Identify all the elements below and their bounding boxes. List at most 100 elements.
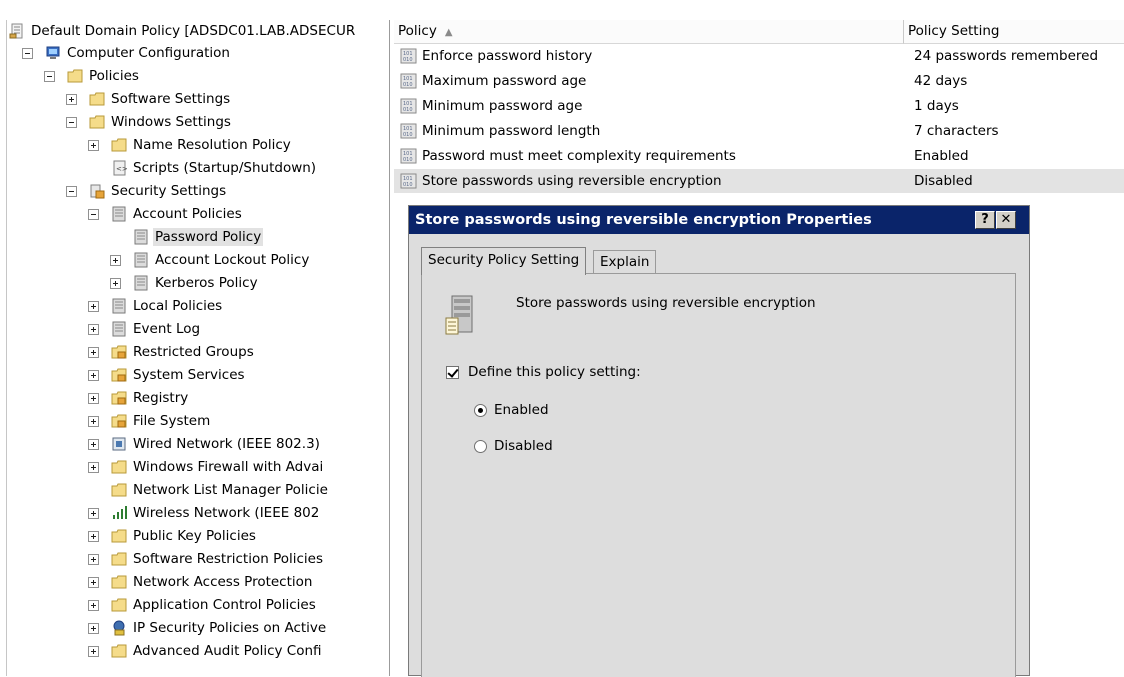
define-policy-checkbox[interactable]: [446, 366, 459, 379]
expand-icon[interactable]: [88, 462, 99, 473]
tree-item[interactable]: Local Policies: [7, 295, 389, 317]
tree-item[interactable]: Event Log: [7, 318, 389, 340]
tree-item[interactable]: Wired Network (IEEE 802.3): [7, 433, 389, 455]
tree-item[interactable]: System Services: [7, 364, 389, 386]
table-row[interactable]: 101 010 Enforce password history 24 passwor…: [394, 44, 1124, 68]
tree-root[interactable]: Default Domain Policy [ADSDC01.LAB.ADSEC…: [7, 20, 389, 42]
tree-item[interactable]: Registry: [7, 387, 389, 409]
tree-item[interactable]: Security Settings: [7, 180, 389, 202]
console-tree[interactable]: Default Domain Policy [ADSDC01.LAB.ADSEC…: [6, 20, 390, 676]
folder-icon: [111, 459, 128, 475]
expand-icon[interactable]: [88, 347, 99, 358]
collapse-icon[interactable]: [44, 71, 55, 82]
close-button[interactable]: ✕: [996, 211, 1016, 229]
tree-item[interactable]: Windows Settings: [7, 111, 389, 133]
tab-security-policy-setting[interactable]: Security Policy Setting: [421, 247, 587, 275]
table-row[interactable]: 101 010 Minimum password length 7 character…: [394, 119, 1124, 143]
table-row[interactable]: 101 010 Store passwords using reversible e…: [394, 169, 1124, 193]
list-column-header: Policy ▲ Policy Setting: [394, 20, 1124, 44]
security-folder-icon: [111, 390, 128, 406]
table-row[interactable]: 101 010 Minimum password age 1 days: [394, 94, 1124, 118]
dialog-title: Store passwords using reversible encrypt…: [415, 212, 872, 228]
collapse-icon[interactable]: [88, 209, 99, 220]
enabled-radio[interactable]: [474, 404, 487, 417]
properties-dialog: Store passwords using reversible encrypt…: [408, 205, 1030, 677]
dialog-title-bar[interactable]: Store passwords using reversible encrypt…: [409, 206, 1029, 234]
tree-item[interactable]: Advanced Audit Policy Confi: [7, 640, 389, 662]
expand-icon[interactable]: [88, 140, 99, 151]
tree-item[interactable]: Network List Manager Policie: [7, 479, 389, 501]
column-header-policy[interactable]: Policy ▲: [394, 20, 904, 44]
tree-item[interactable]: File System: [7, 410, 389, 432]
policy-setting-icon: 101 010: [400, 73, 418, 89]
tree-item-label: IP Security Policies on Active: [133, 620, 327, 636]
expand-icon[interactable]: [110, 278, 121, 289]
expand-icon[interactable]: [66, 94, 77, 105]
policy-setting-icon: 101 010: [400, 148, 418, 164]
svg-text:010: 010: [403, 157, 413, 163]
folder-icon: [89, 114, 106, 130]
tree-item-label: Wired Network (IEEE 802.3): [133, 436, 320, 452]
collapse-icon[interactable]: [66, 186, 77, 197]
expand-icon[interactable]: [88, 416, 99, 427]
tree-item[interactable]: Software Settings: [7, 88, 389, 110]
column-header-setting[interactable]: Policy Setting: [904, 20, 1124, 44]
policy-icon: [111, 298, 128, 314]
tree-item[interactable]: <> Scripts (Startup/Shutdown): [7, 157, 389, 179]
tree-item-label: Restricted Groups: [133, 344, 254, 360]
policy-icon: [111, 321, 128, 337]
tree-item-label: Application Control Policies: [133, 597, 316, 613]
expand-icon[interactable]: [88, 324, 99, 335]
tree-item[interactable]: Software Restriction Policies: [7, 548, 389, 570]
folder-icon: [67, 68, 84, 84]
expand-icon[interactable]: [88, 646, 99, 657]
tree-item[interactable]: Kerberos Policy: [7, 272, 389, 294]
expand-icon[interactable]: [88, 508, 99, 519]
tree-item-label: Software Settings: [111, 91, 231, 107]
network-icon: [111, 436, 128, 452]
expand-icon[interactable]: [88, 531, 99, 542]
tree-item-label: Windows Settings: [111, 114, 231, 130]
tree-item[interactable]: Public Key Policies: [7, 525, 389, 547]
tab-explain-label: Explain: [600, 254, 650, 270]
tree-item-label: Name Resolution Policy: [133, 137, 291, 153]
tree-item[interactable]: Windows Firewall with Advai: [7, 456, 389, 478]
tree-item[interactable]: Account Policies: [7, 203, 389, 225]
collapse-icon[interactable]: [66, 117, 77, 128]
disabled-radio[interactable]: [474, 440, 487, 453]
table-row[interactable]: 101 010 Maximum password age 42 days: [394, 69, 1124, 93]
expand-icon[interactable]: [88, 623, 99, 634]
tree-root-label: Default Domain Policy [ADSDC01.LAB.ADSEC…: [31, 23, 356, 39]
expand-icon[interactable]: [88, 439, 99, 450]
folder-icon: [111, 482, 128, 498]
tree-item[interactable]: Restricted Groups: [7, 341, 389, 363]
svg-text:010: 010: [403, 107, 413, 113]
tree-item[interactable]: Password Policy: [7, 226, 389, 248]
script-icon: <>: [111, 160, 128, 176]
column-header-policy-label: Policy: [398, 23, 437, 39]
tree-item[interactable]: Computer Configuration: [7, 42, 389, 64]
tree-item-label: Network Access Protection: [133, 574, 313, 590]
policy-name-cell: Maximum password age: [422, 73, 587, 89]
tree-item[interactable]: Application Control Policies: [7, 594, 389, 616]
tab-explain[interactable]: Explain: [593, 250, 657, 275]
expand-icon[interactable]: [88, 301, 99, 312]
expand-icon[interactable]: [110, 255, 121, 266]
expand-icon[interactable]: [88, 370, 99, 381]
tree-item[interactable]: Network Access Protection: [7, 571, 389, 593]
help-button[interactable]: ?: [975, 211, 995, 229]
tree-item[interactable]: Account Lockout Policy: [7, 249, 389, 271]
expand-icon[interactable]: [88, 577, 99, 588]
expand-icon[interactable]: [88, 600, 99, 611]
collapse-icon[interactable]: [22, 48, 33, 59]
gpo-document-icon: [9, 23, 26, 39]
expand-icon[interactable]: [88, 554, 99, 565]
tree-item[interactable]: Wireless Network (IEEE 802: [7, 502, 389, 524]
expand-icon[interactable]: [88, 393, 99, 404]
policy-icon: [111, 206, 128, 222]
define-policy-label: Define this policy setting:: [468, 364, 641, 380]
tree-item[interactable]: Name Resolution Policy: [7, 134, 389, 156]
tree-item[interactable]: Policies: [7, 65, 389, 87]
table-row[interactable]: 101 010 Password must meet complexity requ…: [394, 144, 1124, 168]
tree-item[interactable]: IP Security Policies on Active: [7, 617, 389, 639]
